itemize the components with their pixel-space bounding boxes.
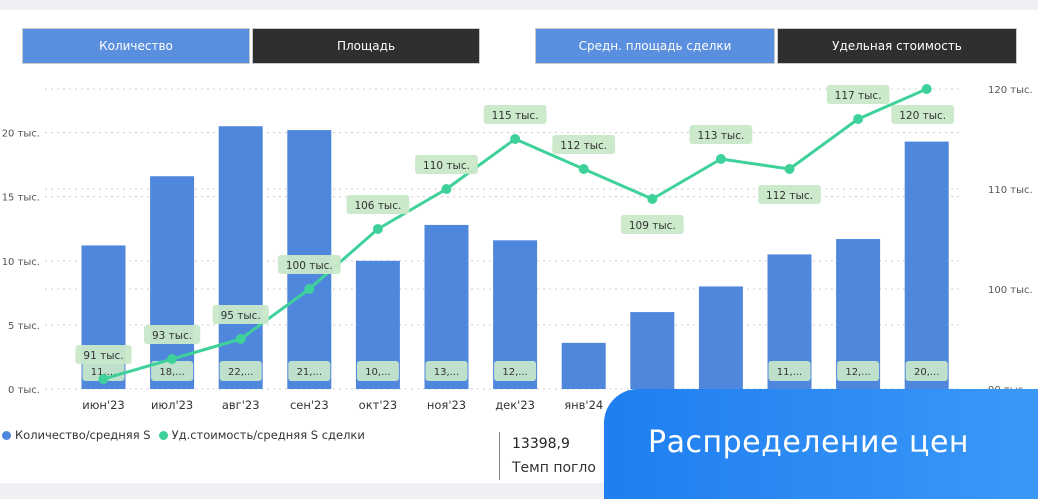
legend-dot-icon bbox=[158, 430, 168, 440]
x-tick-label: окт'23 bbox=[359, 398, 397, 412]
kpi-label: Темп погло bbox=[512, 460, 596, 476]
y-tick-label: 15 тыс. bbox=[2, 193, 40, 204]
line-data-label: 117 тыс. bbox=[835, 90, 882, 102]
line-data-label: 120 тыс. bbox=[899, 110, 946, 122]
y-tick-label: 5 тыс. bbox=[8, 321, 40, 332]
line-data-label: 100 тыс. bbox=[286, 260, 333, 272]
x-tick-label: июл'23 bbox=[151, 398, 193, 412]
line-data-label: 113 тыс. bbox=[697, 130, 744, 142]
line-data-label: 91 тыс. bbox=[83, 350, 123, 362]
line-data-label: 112 тыс. bbox=[560, 140, 607, 152]
line-point bbox=[578, 164, 589, 174]
legend-label: Уд.стоимость/средняя S сделки bbox=[171, 428, 365, 442]
kpi-value: 13398,9 bbox=[512, 436, 570, 452]
line-data-label: 93 тыс. bbox=[152, 330, 192, 342]
bar bbox=[698, 286, 743, 389]
y-tick-label: 20 тыс. bbox=[2, 129, 40, 140]
line-data-label: 106 тыс. bbox=[354, 200, 401, 212]
bar-data-label: 12,... bbox=[845, 367, 870, 378]
x-tick-label: ноя'23 bbox=[427, 398, 466, 412]
legend-label: Количество/средняя S bbox=[15, 428, 151, 442]
legend-dot-icon bbox=[2, 430, 11, 440]
y2-tick-label: 120 тыс. bbox=[988, 85, 1033, 96]
bar bbox=[561, 342, 606, 389]
line-point bbox=[98, 374, 109, 384]
bar-data-label: 11,... bbox=[777, 367, 802, 378]
banner-title: Распределение цен bbox=[648, 425, 970, 460]
bar-data-label: 10,... bbox=[365, 367, 390, 378]
x-tick-label: сен'23 bbox=[290, 398, 329, 412]
bar-data-label: 22,... bbox=[228, 367, 253, 378]
line-point bbox=[853, 114, 864, 124]
line-point bbox=[510, 134, 521, 144]
x-tick-label: авг'23 bbox=[222, 398, 260, 412]
y-tick-label: 0 тыс. bbox=[8, 385, 40, 396]
y2-tick-label: 100 тыс. bbox=[988, 285, 1033, 296]
kpi-divider bbox=[499, 432, 500, 480]
bar bbox=[218, 126, 263, 390]
y2-tick-label: 110 тыс. bbox=[988, 185, 1033, 196]
line-point bbox=[784, 164, 795, 174]
line-data-label: 95 тыс. bbox=[221, 310, 261, 322]
bar-data-label: 18,... bbox=[159, 367, 184, 378]
x-tick-label: дек'23 bbox=[495, 398, 535, 412]
x-tick-label: янв'24 bbox=[564, 398, 603, 412]
line-data-label: 109 тыс. bbox=[629, 220, 676, 232]
line-point bbox=[372, 224, 383, 234]
bar-data-label: 20,... bbox=[914, 367, 939, 378]
bar-data-label: 21,... bbox=[297, 367, 322, 378]
legend-item-bars[interactable]: Количество/средняя S bbox=[2, 428, 151, 442]
line-point bbox=[304, 284, 315, 294]
line-data-label: 115 тыс. bbox=[492, 110, 539, 122]
y-tick-label: 10 тыс. bbox=[2, 257, 40, 268]
line-data-label: 112 тыс. bbox=[766, 190, 813, 202]
bar-data-label: 12,... bbox=[502, 367, 527, 378]
bar bbox=[904, 141, 949, 389]
x-tick-label: июн'23 bbox=[82, 398, 124, 412]
line-data-label: 110 тыс. bbox=[423, 160, 470, 172]
line-point bbox=[441, 184, 452, 194]
line-point bbox=[167, 354, 178, 364]
chart-legend: Количество/средняя S Уд.стоимость/средня… bbox=[2, 428, 373, 442]
legend-item-line[interactable]: Уд.стоимость/средняя S сделки bbox=[158, 428, 365, 442]
bar-data-label: 13,... bbox=[434, 367, 459, 378]
line-point bbox=[715, 154, 726, 164]
line-point bbox=[235, 334, 246, 344]
bar bbox=[630, 312, 675, 389]
line-point bbox=[921, 84, 932, 94]
line-point bbox=[647, 194, 658, 204]
